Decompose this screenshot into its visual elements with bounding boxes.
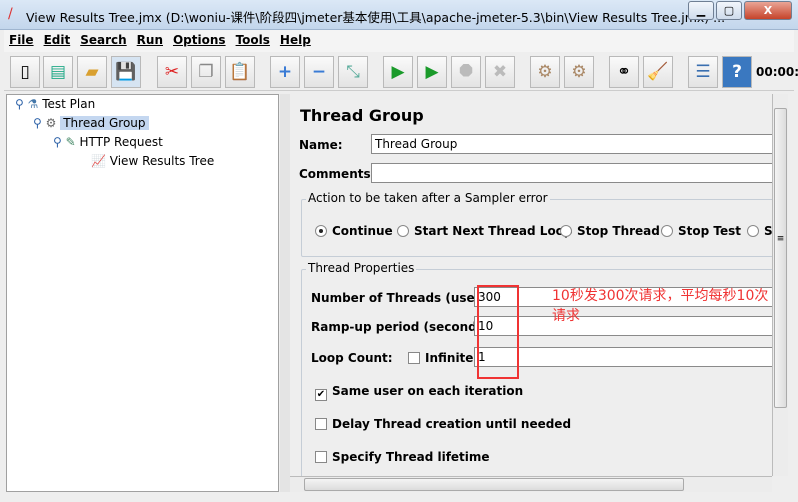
radio-stop-test-now[interactable]: S	[747, 224, 772, 238]
start-icon[interactable]: ▶	[383, 56, 413, 88]
copy-icon[interactable]: ❐	[191, 56, 221, 88]
threads-label: Number of Threads (users):	[311, 291, 499, 305]
search-icon[interactable]: ⚭	[609, 56, 639, 88]
tree-label: Test Plan	[42, 97, 96, 111]
test-plan-icon: ⚗	[27, 97, 39, 111]
stop-icon[interactable]: ⯃	[451, 56, 481, 88]
thread-group-gear-icon: ⚙	[45, 116, 57, 130]
menu-search[interactable]: Search	[75, 30, 131, 50]
comments-field[interactable]	[371, 163, 772, 183]
tree-expand-icon[interactable]: ⚲	[53, 135, 62, 149]
tree-expand-icon[interactable]: ⚲	[33, 116, 42, 130]
tree-label: View Results Tree	[109, 154, 215, 168]
new-icon[interactable]: ▯	[10, 56, 40, 88]
vertical-scrollbar[interactable]: ≡	[772, 94, 788, 476]
radio-stop-test[interactable]: Stop Test	[661, 224, 741, 238]
clear-icon[interactable]: ⚙	[530, 56, 560, 88]
checkbox-box[interactable]	[408, 352, 420, 364]
tree-node-http-request[interactable]: ⚲ ✎ HTTP Request	[53, 133, 163, 151]
menu-run[interactable]: Run	[132, 30, 168, 50]
toggle-icon[interactable]: ⤡	[338, 56, 368, 88]
menu-edit[interactable]: Edit	[39, 30, 76, 50]
page-title: Thread Group	[300, 106, 424, 125]
expand-icon[interactable]: +	[270, 56, 300, 88]
loop-count-label: Loop Count:	[311, 351, 393, 365]
sampler-error-group: Action to be taken after a Sampler error…	[301, 191, 772, 257]
thread-group-panel: Thread Group Name: Thread Group Comments…	[290, 94, 772, 476]
delay-thread-checkbox[interactable]: Delay Thread creation until needed	[315, 417, 571, 431]
collapse-icon[interactable]: −	[304, 56, 334, 88]
save-icon[interactable]: 💾	[111, 56, 141, 88]
checkbox-checked[interactable]: ✔	[315, 389, 327, 401]
tree-label: HTTP Request	[79, 135, 163, 149]
scrollbar-thumb[interactable]	[304, 478, 684, 491]
open-icon[interactable]: ▰	[77, 56, 107, 88]
checkbox-box[interactable]	[315, 418, 327, 430]
group-title: Action to be taken after a Sampler error	[306, 191, 550, 205]
close-button[interactable]: X	[744, 1, 792, 20]
radio-continue[interactable]: Continue	[315, 224, 393, 238]
shutdown-icon[interactable]: ✖	[485, 56, 515, 88]
test-plan-tree: ⚲ ⚗ Test Plan ⚲ ⚙ Thread Group ⚲ ✎ HTTP …	[6, 94, 279, 492]
clear-all-icon[interactable]: ⚙	[564, 56, 594, 88]
horizontal-scrollbar[interactable]	[290, 476, 772, 492]
tree-node-view-results-tree[interactable]: 📈 View Results Tree	[91, 152, 214, 170]
menu-bar: File Edit Search Run Options Tools Help	[4, 30, 794, 52]
comments-label: Comments:	[299, 167, 376, 181]
menu-help[interactable]: Help	[275, 30, 316, 50]
start-no-timers-icon[interactable]: ▶	[417, 56, 447, 88]
group-title: Thread Properties	[306, 261, 417, 275]
templates-icon[interactable]: ▤	[43, 56, 73, 88]
annotation-highlight-box	[477, 285, 519, 379]
toolbar: ▯ ▤ ▰ 💾 ✂ ❐ 📋 + − ⤡ ▶ ▶ ⯃ ✖ ⚙ ⚙ ⚭ 🧹 ☰ ? …	[4, 53, 798, 91]
function-helper-icon[interactable]: ☰	[688, 56, 718, 88]
listener-graph-icon: 📈	[91, 154, 106, 168]
tree-expand-icon[interactable]: ⚲	[15, 97, 24, 111]
tree-node-thread-group[interactable]: ⚲ ⚙ Thread Group	[33, 114, 149, 132]
maximize-button[interactable]: ▢	[716, 1, 742, 20]
paste-icon[interactable]: 📋	[225, 56, 255, 88]
menu-file[interactable]: File	[4, 30, 39, 50]
help-icon[interactable]: ?	[722, 56, 752, 88]
name-label: Name:	[299, 138, 343, 152]
minimize-button[interactable]: ▁	[688, 1, 714, 20]
tree-label: Thread Group	[60, 116, 149, 130]
menu-options[interactable]: Options	[168, 30, 231, 50]
elapsed-timer: 00:00:	[756, 65, 798, 79]
name-field[interactable]: Thread Group	[371, 134, 772, 154]
tree-node-test-plan[interactable]: ⚲ ⚗ Test Plan	[15, 95, 95, 113]
reset-search-icon[interactable]: 🧹	[643, 56, 673, 88]
checkbox-box[interactable]	[315, 451, 327, 463]
scrollbar-thumb[interactable]: ≡	[774, 108, 787, 408]
window-title: View Results Tree.jmx (D:\woniu-课件\阶段四\j…	[26, 10, 726, 25]
title-bar: / View Results Tree.jmx (D:\woniu-课件\阶段四…	[0, 0, 798, 30]
infinite-checkbox[interactable]: Infinite	[408, 351, 473, 365]
annotation-note: 10秒发300次请求，平均每秒10次请求	[552, 288, 769, 324]
split-pane-divider[interactable]	[280, 94, 290, 492]
same-user-checkbox[interactable]: ✔ Same user on each iteration	[315, 384, 523, 401]
cut-icon[interactable]: ✂	[157, 56, 187, 88]
sampler-pipette-icon: ✎	[65, 135, 76, 149]
thread-lifetime-checkbox[interactable]: Specify Thread lifetime	[315, 450, 490, 464]
jmeter-feather-icon: /	[8, 6, 13, 22]
radio-stop-thread[interactable]: Stop Thread	[560, 224, 660, 238]
menu-tools[interactable]: Tools	[231, 30, 275, 50]
radio-start-next-loop[interactable]: Start Next Thread Loop	[397, 224, 573, 238]
rampup-label: Ramp-up period (seconds):	[311, 320, 495, 334]
